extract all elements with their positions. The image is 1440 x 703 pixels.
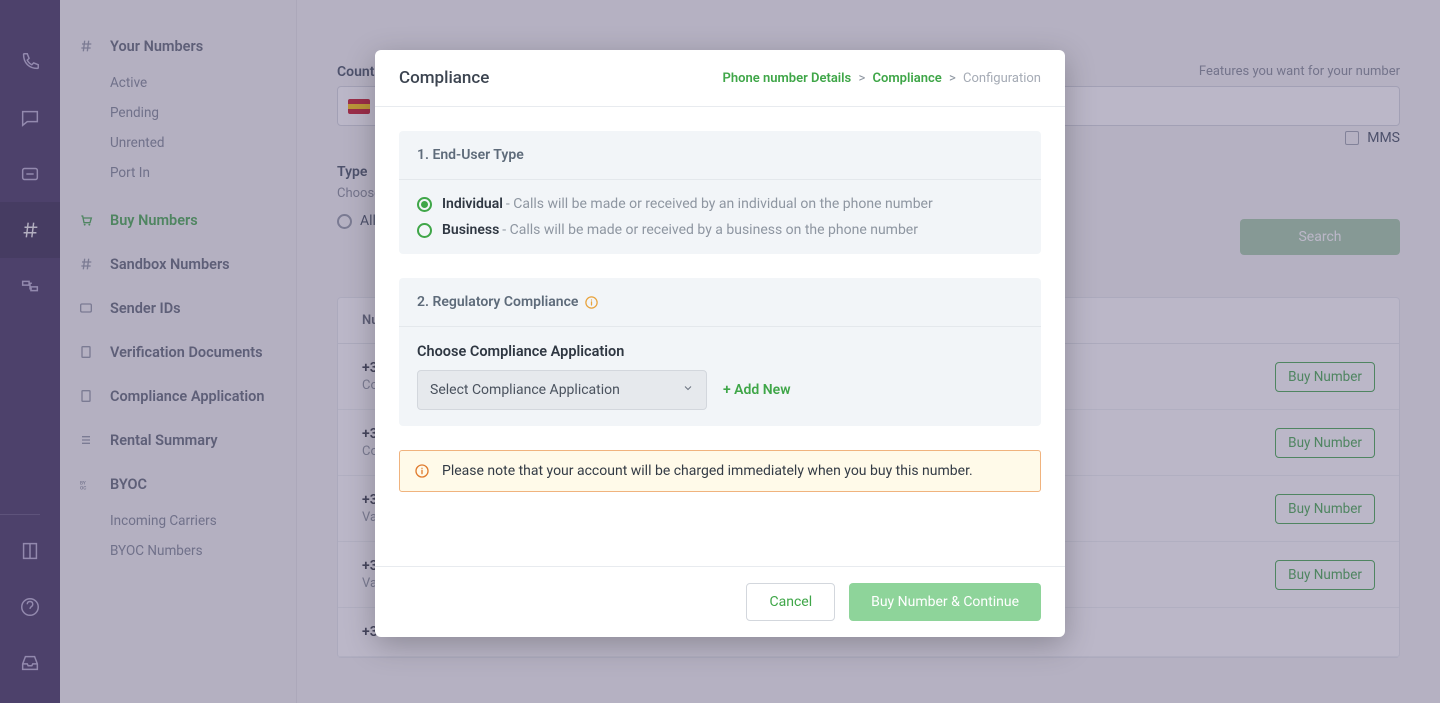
radio-icon: [417, 223, 432, 238]
charge-notice: Please note that your account will be ch…: [399, 450, 1041, 492]
add-new-link[interactable]: + Add New: [723, 382, 791, 398]
crumb-phone-details[interactable]: Phone number Details: [723, 71, 852, 86]
crumb-compliance[interactable]: Compliance: [873, 71, 942, 86]
breadcrumb: Phone number Details > Compliance > Conf…: [723, 71, 1041, 86]
info-icon: [414, 463, 430, 479]
section-title: 2. Regulatory Compliance: [417, 294, 578, 310]
section-title: 1. End-User Type: [399, 131, 1041, 180]
field-label: Choose Compliance Application: [417, 343, 1023, 360]
cancel-button[interactable]: Cancel: [746, 583, 835, 621]
crumb-configuration: Configuration: [963, 71, 1041, 86]
end-user-type-card: 1. End-User Type Individual - Calls will…: [399, 131, 1041, 254]
regulatory-card: 2. Regulatory Compliance Choose Complian…: [399, 278, 1041, 426]
radio-icon: [417, 197, 432, 212]
modal-title: Compliance: [399, 68, 489, 88]
notice-text: Please note that your account will be ch…: [442, 463, 973, 479]
info-icon[interactable]: [584, 295, 599, 310]
radio-business[interactable]: Business - Calls will be made or receive…: [417, 222, 1023, 238]
select-placeholder: Select Compliance Application: [430, 382, 620, 398]
compliance-modal: Compliance Phone number Details > Compli…: [375, 50, 1065, 637]
modal-overlay[interactable]: Compliance Phone number Details > Compli…: [0, 0, 1440, 703]
buy-continue-button[interactable]: Buy Number & Continue: [849, 583, 1041, 621]
compliance-select[interactable]: Select Compliance Application: [417, 370, 707, 410]
radio-individual[interactable]: Individual - Calls will be made or recei…: [417, 196, 1023, 212]
chevron-down-icon: [682, 382, 694, 398]
